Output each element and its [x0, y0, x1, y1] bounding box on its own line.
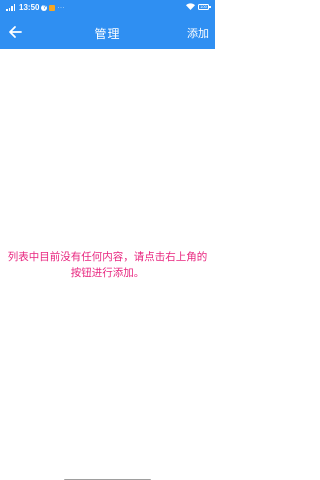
- status-time: 13:50: [19, 3, 40, 12]
- status-bar: 13:50 ? ··· 100: [0, 0, 215, 16]
- more-notifications-icon: ···: [57, 4, 65, 11]
- status-right: 100: [186, 3, 211, 10]
- signal-icon: [6, 4, 15, 11]
- wifi-icon: [186, 3, 195, 10]
- notification-icon: ?: [41, 4, 48, 11]
- app-bar: 管理 添加: [0, 16, 215, 49]
- page-title: 管理: [94, 27, 121, 41]
- empty-state-message: 列表中目前没有任何内容，请点击右上角的按钮进行添加。: [7, 251, 208, 279]
- app-header: 13:50 ? ··· 100 管理 添加: [0, 0, 215, 49]
- battery-icon: 100: [198, 3, 211, 10]
- app-notification-icon: [49, 4, 56, 11]
- status-left: 13:50 ? ···: [6, 3, 65, 12]
- add-button[interactable]: 添加: [187, 25, 209, 41]
